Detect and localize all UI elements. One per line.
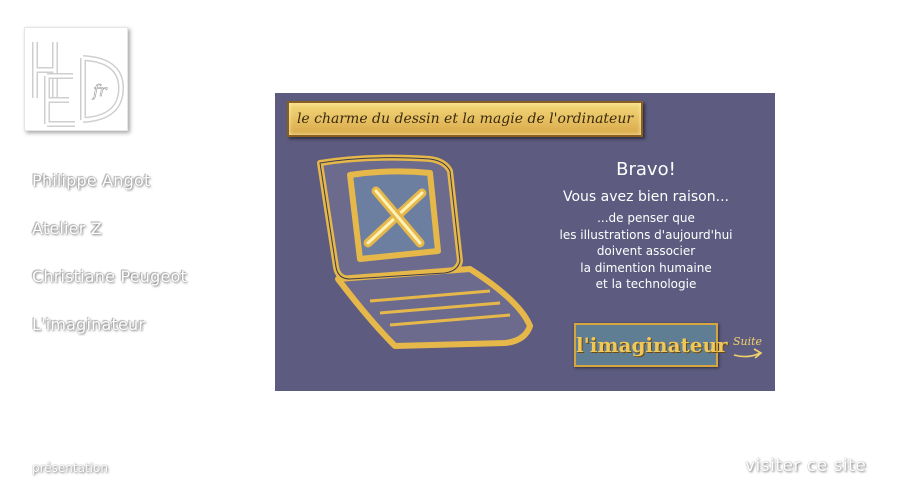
hed-logo-icon: fr: [32, 42, 125, 127]
banner-line: les illustrations d'aujourd'hui: [559, 227, 733, 242]
nav-item-philippe-angot[interactable]: Philippe Angot: [32, 170, 187, 218]
imaginateur-brand-logo: l'imaginateur: [574, 323, 728, 367]
banner-line: la dimention humaine: [580, 260, 712, 275]
banner-headline: Bravo!: [616, 159, 676, 180]
banner-line: ...de penser que: [597, 211, 695, 225]
banner-line: et la technologie: [595, 277, 697, 291]
nav-item-christiane-peugeot[interactable]: Christiane Peugeot: [32, 266, 187, 314]
suite-arrow-button[interactable]: Suite: [730, 329, 766, 365]
banner-message: Bravo! Vous avez bien raison... ...de pe…: [540, 159, 752, 293]
laptop-icon: [317, 154, 533, 349]
banner-line: doivent associer: [596, 244, 696, 258]
suite-label: Suite: [733, 335, 763, 348]
visit-site-link[interactable]: visiter ce site: [745, 456, 866, 476]
nav-item-imaginateur[interactable]: L'imaginateur: [32, 314, 187, 362]
site-logo[interactable]: fr: [24, 27, 128, 131]
banner-subheadline: Vous avez bien raison...: [563, 189, 729, 205]
presentation-link[interactable]: présentation: [32, 461, 108, 475]
nav-item-atelier-z[interactable]: Atelier Z: [32, 218, 187, 266]
logo-suffix: fr: [92, 81, 108, 100]
main-nav: Philippe Angot Atelier Z Christiane Peug…: [32, 170, 187, 362]
imaginateur-banner[interactable]: le charme du dessin et la magie de l'ord…: [275, 93, 775, 391]
banner-tagline: le charme du dessin et la magie de l'ord…: [287, 101, 643, 137]
